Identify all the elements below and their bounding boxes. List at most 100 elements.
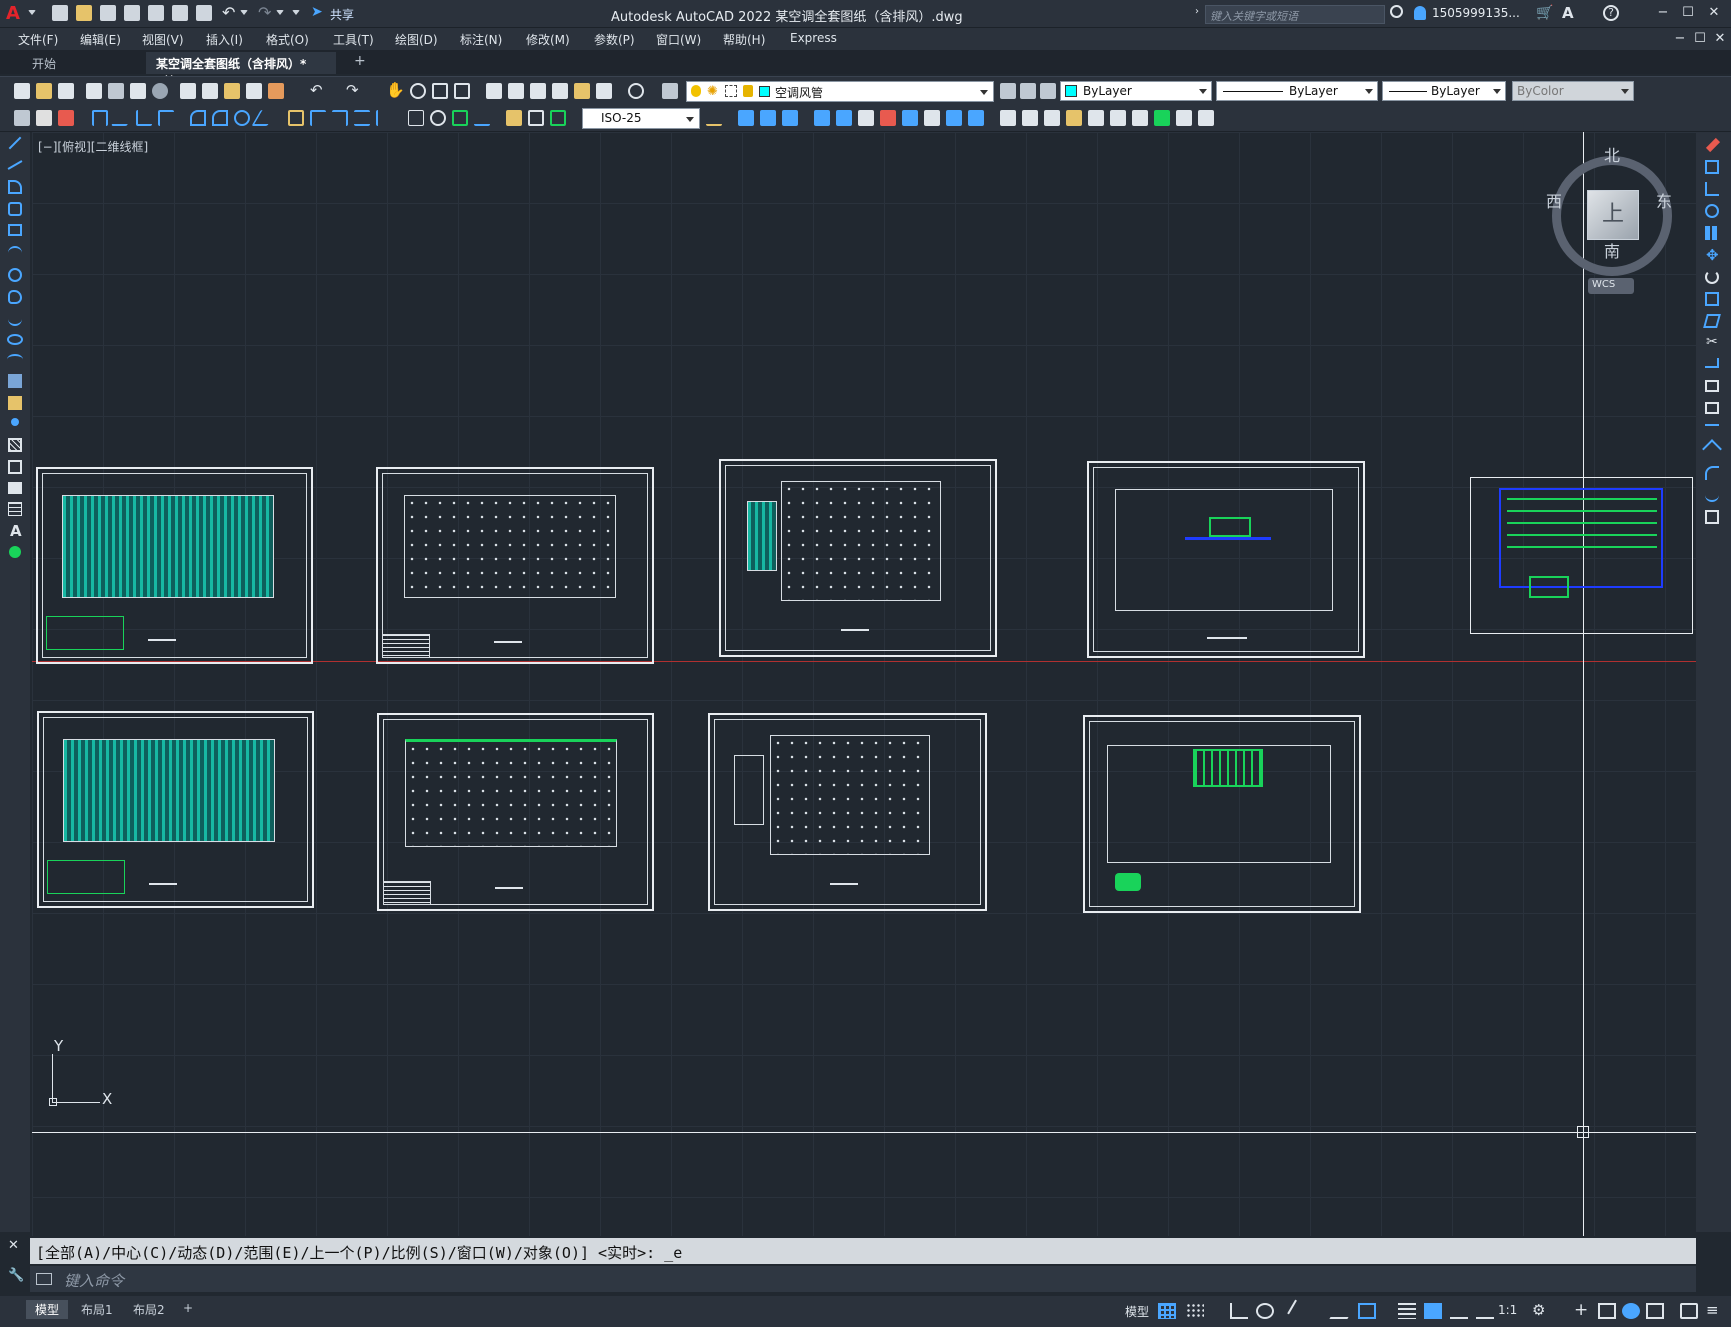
autocad-logo-icon[interactable]: A <box>6 4 28 24</box>
units-icon[interactable] <box>1598 1303 1616 1319</box>
reverse-icon[interactable] <box>1110 110 1126 126</box>
snap-icon[interactable] <box>1186 1303 1204 1319</box>
break-icon[interactable] <box>1705 402 1719 414</box>
new-tab-button[interactable]: + <box>344 52 376 74</box>
open-icon[interactable] <box>36 83 52 99</box>
linear-dim-icon[interactable] <box>92 110 108 126</box>
line-icon[interactable] <box>8 136 22 150</box>
save-toolbar-icon[interactable] <box>58 83 74 99</box>
blend-icon[interactable] <box>1066 110 1082 126</box>
aligned-dim-icon[interactable] <box>111 110 133 126</box>
center-mark-icon[interactable] <box>430 110 446 126</box>
tab-model[interactable]: 模型 <box>26 1300 69 1319</box>
angular-dim-icon[interactable] <box>251 110 277 126</box>
menu-format[interactable]: 格式(O) <box>266 31 309 48</box>
redo-dropdown-icon[interactable] <box>276 10 284 18</box>
command-prompt-icon[interactable] <box>36 1273 52 1285</box>
group-icon[interactable] <box>1132 110 1148 126</box>
region-icon[interactable] <box>8 482 22 494</box>
command-input[interactable]: 键入命令 <box>30 1266 1696 1292</box>
drawing-sheet[interactable] <box>36 467 313 664</box>
tolerance-icon[interactable] <box>408 110 424 126</box>
diameter-dim-icon[interactable] <box>234 110 250 126</box>
table-icon[interactable] <box>8 502 22 516</box>
stretch-icon[interactable] <box>1703 314 1721 328</box>
inspect-icon[interactable] <box>452 110 468 126</box>
isolate-objects-icon[interactable] <box>1646 1303 1664 1319</box>
trim-modify-icon[interactable] <box>924 110 940 126</box>
move-icon[interactable]: ✥ <box>1706 246 1719 264</box>
undo-toolbar-icon[interactable]: ↶ <box>310 81 323 99</box>
dim-break-icon[interactable] <box>376 110 392 126</box>
auto-scale-icon[interactable] <box>1450 1303 1468 1319</box>
layer-dropdown[interactable]: ✺ 空调风管 <box>686 81 994 102</box>
rotate-icon[interactable] <box>1705 270 1719 284</box>
menu-express[interactable]: Express <box>790 31 837 45</box>
undo-icon[interactable]: ↶ <box>222 3 235 22</box>
rectangle-icon[interactable] <box>8 224 22 236</box>
scale-icon[interactable] <box>1705 292 1719 306</box>
viewcube-face[interactable]: 上 <box>1587 190 1639 240</box>
ungroup-icon[interactable] <box>1154 110 1170 126</box>
viewcube-east[interactable]: 东 <box>1656 188 1672 212</box>
erase-icon[interactable] <box>1705 137 1721 153</box>
customize-quick-access-icon[interactable] <box>292 10 300 18</box>
revision-cloud-icon[interactable] <box>8 290 22 304</box>
save-web-icon[interactable] <box>172 5 188 21</box>
share-icon[interactable]: ➤ <box>311 4 323 20</box>
undo-dropdown-icon[interactable] <box>240 10 248 18</box>
drawing-sheet[interactable] <box>719 459 997 657</box>
offset-object-icon[interactable] <box>782 110 798 126</box>
copy-icon[interactable] <box>1705 160 1719 174</box>
radius-dim-icon[interactable] <box>190 110 206 126</box>
polygon-icon[interactable] <box>8 202 22 216</box>
menu-help[interactable]: 帮助(H) <box>723 31 765 48</box>
explode-modify-icon[interactable] <box>1044 110 1060 126</box>
menu-parametric[interactable]: 参数(P) <box>594 31 635 48</box>
share-button[interactable]: 共享 <box>330 6 354 23</box>
layer-states-icon[interactable] <box>1040 83 1056 99</box>
redo-toolbar-icon[interactable]: ↷ <box>346 81 359 99</box>
new-file-icon[interactable] <box>52 5 68 21</box>
workspace-gear-icon[interactable]: ⚙ <box>1532 1301 1545 1319</box>
block-editor-icon[interactable] <box>268 83 284 99</box>
jogged-dim-icon[interactable] <box>212 110 228 126</box>
join-icon[interactable] <box>1088 110 1104 126</box>
rotate-modify-icon[interactable] <box>858 110 874 126</box>
array-icon[interactable] <box>814 110 830 126</box>
close-window-button[interactable]: ✕ <box>1706 5 1722 21</box>
ellipse-arc-icon[interactable] <box>7 354 23 365</box>
annotation-monitor-icon[interactable]: + <box>1574 1300 1588 1320</box>
ortho-icon[interactable] <box>1230 1303 1248 1319</box>
join-icon[interactable] <box>1705 424 1719 430</box>
zoom-window-icon[interactable] <box>432 83 448 99</box>
make-block-icon[interactable] <box>8 396 22 410</box>
menu-dimension[interactable]: 标注(N) <box>460 31 502 48</box>
dimstyle-manager-icon[interactable] <box>706 110 722 126</box>
minimize-window-button[interactable]: − <box>1655 5 1671 21</box>
user-account[interactable]: 1505999135... <box>1432 6 1520 20</box>
layer-on-icon[interactable] <box>691 85 701 97</box>
move-modify-icon[interactable] <box>836 110 852 126</box>
plot-icon[interactable] <box>196 5 212 21</box>
search-icon[interactable] <box>1390 5 1403 18</box>
multiline-text-icon[interactable]: A <box>10 522 22 540</box>
mirror-icon[interactable] <box>1705 182 1719 196</box>
ellipse-icon[interactable] <box>7 334 23 345</box>
match-properties-icon[interactable] <box>246 83 262 99</box>
expand-search-icon[interactable]: › <box>1195 6 1199 17</box>
print-icon[interactable] <box>86 83 102 99</box>
dim-text-edit-icon[interactable] <box>506 110 522 126</box>
quick-properties-icon[interactable] <box>1622 1303 1640 1319</box>
open-file-icon[interactable] <box>76 5 92 21</box>
spline-icon[interactable] <box>8 312 22 326</box>
publish-icon[interactable] <box>130 83 146 99</box>
viewcube-south[interactable]: 南 <box>1604 238 1620 262</box>
properties-icon[interactable] <box>486 83 502 99</box>
menu-tools[interactable]: 工具(T) <box>333 31 374 48</box>
construction-line-icon[interactable] <box>7 160 23 170</box>
tab-layout1[interactable]: 布局1 <box>72 1300 122 1319</box>
tool-palettes-icon[interactable] <box>530 83 546 99</box>
print-preview-icon[interactable] <box>108 83 124 99</box>
isolate-icon[interactable] <box>1198 110 1214 126</box>
